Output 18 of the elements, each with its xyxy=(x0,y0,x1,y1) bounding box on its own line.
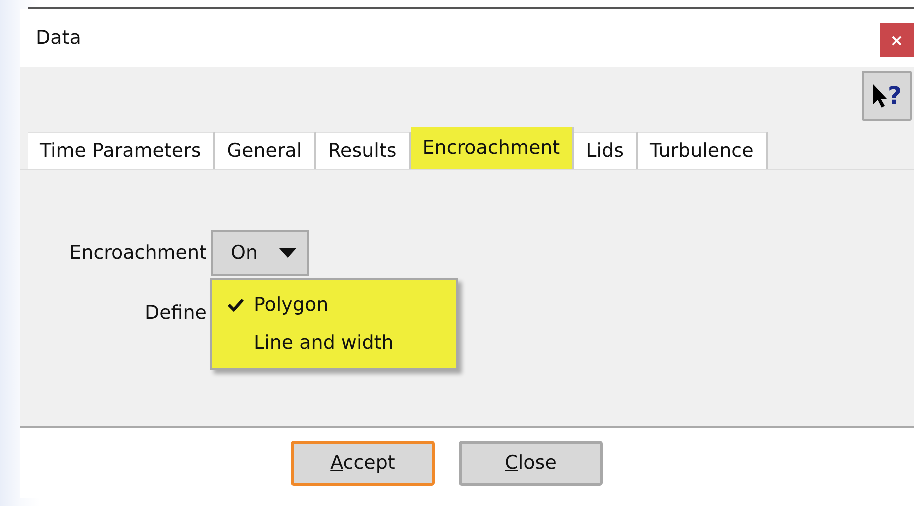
pointer-icon xyxy=(872,83,888,109)
caret-icon xyxy=(279,247,297,259)
tab[interactable]: Turbulence xyxy=(638,132,768,169)
tab[interactable]: Time Parameters xyxy=(28,132,216,169)
field-label: Encroachment xyxy=(70,242,207,264)
tab[interactable]: Lids xyxy=(574,132,638,169)
tab[interactable]: General xyxy=(215,132,316,169)
window-title: Data xyxy=(36,27,82,49)
accept-button[interactable]: Accept xyxy=(291,440,435,486)
close-button[interactable]: Close xyxy=(459,440,603,486)
menu-item[interactable]: Line and width xyxy=(254,332,394,354)
menu-item[interactable]: Polygon xyxy=(254,294,329,316)
field-label: Define xyxy=(144,302,207,324)
help-button[interactable]: ? xyxy=(862,71,912,121)
dropdown[interactable]: On xyxy=(211,230,309,276)
close-button[interactable]: × xyxy=(880,23,914,57)
tab[interactable]: Encroachment xyxy=(410,127,574,169)
tab[interactable]: Results xyxy=(316,132,411,169)
